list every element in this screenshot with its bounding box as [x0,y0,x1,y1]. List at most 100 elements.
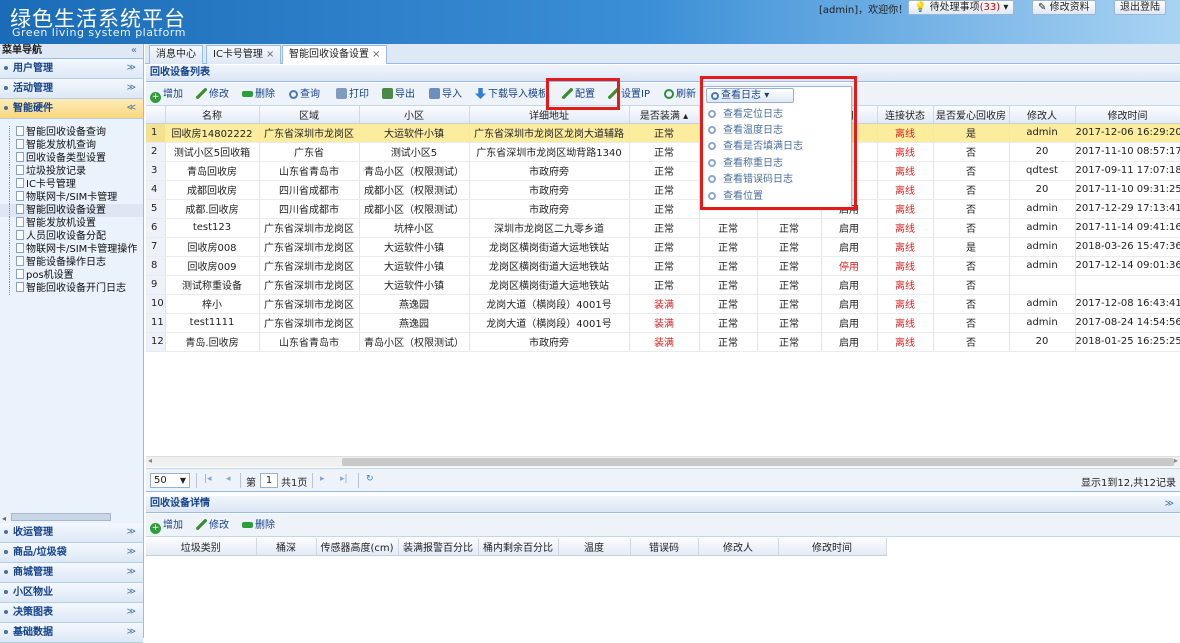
first-page-icon[interactable]: |◂ [204,474,212,484]
column-header[interactable]: 垃圾类别 [146,538,257,556]
scroll-left-icon[interactable]: ◂ [148,456,152,465]
delete-button[interactable]: 删除 [242,87,275,102]
print-button[interactable]: 打印 [336,87,369,102]
table-cell: 青岛小区（权限测试） [359,161,470,181]
tree-item[interactable]: 智能发放机查询 [0,139,143,152]
sidebar-group-collection[interactable]: 收运管理 ≫ [0,523,143,543]
edit-profile-button[interactable]: ✎ 修改资料 [1032,0,1096,15]
table-row[interactable]: 5 成都.回收房 四川省成都市 成都小区（权限测试） 市政府旁 正常 启用 离线否 admin 2… [146,199,1180,219]
table-row[interactable]: 6 test123 广东省深圳市龙岗区 坑梓小区 深圳市龙岗区二九零乡道 正常 正常 正常 启用… [146,218,1180,238]
sidebar-group-activity[interactable]: 活动管理 ≫ [0,79,143,99]
refresh-button[interactable]: 刷新 [664,87,696,102]
detail-add-button[interactable]: + 增加 [150,518,183,534]
sidebar-group-hardware[interactable]: 智能硬件 ≪ [0,99,143,119]
table-row[interactable]: 7 回收房008 广东省深圳市龙岗区 大运软件小镇 龙岗区横岗街道大运地铁站 正常 正常 正常… [146,237,1180,257]
scroll-left-icon[interactable]: ◂ [2,514,6,523]
tree-item[interactable]: IC卡号管理 [0,178,143,191]
detail-delete-button[interactable]: 删除 [242,518,275,533]
prev-page-icon[interactable]: ◂ [226,474,231,484]
close-icon[interactable]: × [372,49,380,60]
scroll-right-icon[interactable]: ▸ [1174,456,1178,465]
tree-item[interactable]: 垃圾投放记录 [0,165,143,178]
sidebar-horizontal-scrollbar[interactable]: ◂ [2,513,111,523]
tree-item-selected[interactable]: 智能回收设备设置 [0,204,143,217]
page-size-select[interactable]: 50 ▼ [150,473,190,488]
sidebar-group-property[interactable]: 小区物业 ≫ [0,583,143,603]
table-row[interactable]: 4 成都回收房 四川省成都市 成都小区（权限测试） 市政府旁 正常 离线否 20 2017-11… [146,180,1180,200]
column-header[interactable]: 小区 [359,106,470,124]
column-header[interactable]: 修改时间 [778,538,887,556]
last-page-icon[interactable]: ▸| [340,474,348,484]
table-cell: test123 [165,218,260,238]
record-info: 显示1到12,共12记录 [1081,478,1176,489]
tree-item[interactable]: 智能设备操作日志 [0,256,143,269]
table-cell: 坑梓小区 [359,218,470,238]
column-header[interactable]: 桶内剩余百分比 [478,538,559,556]
scrollbar-thumb[interactable] [342,458,1174,466]
column-header[interactable]: 修改时间 [1075,106,1180,124]
tab-message-center[interactable]: 消息中心 [149,45,203,64]
column-header[interactable]: 是否装满 ▴ [629,106,700,124]
tree-item[interactable]: pos机设置 [0,269,143,282]
column-header[interactable]: 修改人 [698,538,779,556]
edit-button[interactable]: 修改 [196,87,229,102]
column-header[interactable]: 名称 [165,106,260,124]
export-button[interactable]: 导出 [382,87,415,102]
table-row[interactable]: 2 测试小区5回收箱 广东省 测试小区5 广东省深圳市龙岗区坳背路1340 正常 离线否 20… [146,142,1180,162]
todo-button[interactable]: 💡 待处理事项(33) ▾ [908,0,1015,15]
tab-recycle-settings[interactable]: 智能回收设备设置 × [282,45,388,64]
download-template-button[interactable]: 下载导入模板 [475,87,545,102]
tree-item[interactable]: 人员回收设备分配 [0,230,143,243]
tree-item[interactable]: 物联网卡/SIM卡管理 [0,191,143,204]
row-number: 6 [146,218,166,238]
table-row[interactable]: 3 青岛回收房 山东省青岛市 青岛小区（权限测试） 市政府旁 正常 离线否 qdtest 201… [146,161,1180,181]
table-cell: 离线 [877,294,934,314]
table-cell: 2017-12-29 17:13:41 [1075,199,1180,219]
column-header[interactable]: 传感器高度(cm) [316,538,399,556]
tree-item[interactable]: 智能回收设备开门日志 [0,282,143,295]
column-header[interactable]: 错误码 [630,538,699,556]
tree-item[interactable]: 回收设备类型设置 [0,152,143,165]
column-header[interactable]: 桶深 [256,538,317,556]
table-row[interactable]: 11 test1111 广东省深圳市龙岗区 燕逸园 龙岗大道（横岗段）4001号 装满 正常… [146,313,1180,333]
column-header[interactable]: 是否爱心回收房 [933,106,1010,124]
chevron-double-up-icon: ≪ [126,103,136,113]
next-page-icon[interactable]: ▸ [320,474,325,484]
table-row[interactable]: 1 回收房14802222 广东省深圳市龙岗区 大运软件小镇 广东省深圳市龙岗区龙岗大道… [146,123,1180,143]
sidebar-group-charts[interactable]: 决策图表 ≫ [0,603,143,623]
table-row[interactable]: 8 回收房009 广东省深圳市龙岗区 大运软件小镇 龙岗区横岗街道大运地铁站 正常 正常 正常… [146,256,1180,276]
detail-table: 垃圾类别 桶深 传感器高度(cm) 装满报警百分比 桶内剩余百分比 温度 错误码… [146,538,887,556]
import-button[interactable]: 导入 [429,87,462,102]
sidebar-group-mall[interactable]: 商城管理 ≫ [0,563,143,583]
sidebar-group-basic-data[interactable]: 基础数据 ≫ [0,623,143,643]
welcome-text: [admin]，欢迎你！ [819,5,909,16]
tree-item[interactable]: 智能回收设备查询 [0,126,143,139]
sidebar-group-goods[interactable]: 商品/垃圾袋 ≫ [0,543,143,563]
collapse-sidebar-icon[interactable]: « [131,44,137,58]
tab-ic-card[interactable]: IC卡号管理 × [206,45,282,64]
query-button[interactable]: 查询 [289,87,320,102]
column-header[interactable]: 装满报警百分比 [398,538,479,556]
list-panel-title: 回收设备列表 [146,65,1180,82]
logout-button[interactable]: 退出登陆 [1114,0,1166,15]
chevron-double-down-icon[interactable]: ≫ [1165,496,1174,512]
table-horizontal-scrollbar[interactable]: ◂ ▸ [146,456,1180,467]
reload-icon[interactable]: ↻ [366,474,374,484]
column-header[interactable]: 区域 [259,106,360,124]
close-icon[interactable]: × [266,49,274,60]
sidebar-group-user[interactable]: 用户管理 ≫ [0,59,143,79]
table-row[interactable]: 10 梓小 广东省深圳市龙岗区 燕逸园 龙岗大道（横岗段）4001号 装满 正常 正常 启用 离线… [146,294,1180,314]
page-number-input[interactable]: 1 [260,473,278,488]
row-number: 7 [146,237,166,257]
table-row[interactable]: 12 青岛.回收房 山东省青岛市 青岛小区（权限测试） 市政府旁 装满 正常 正常 启用 离线否 2… [146,332,1180,352]
column-header[interactable]: 温度 [558,538,631,556]
column-header[interactable] [146,106,166,124]
table-row[interactable]: 9 测试称重设备 广东省深圳市龙岗区 大运软件小镇 龙岗区横岗街道大运地铁站 正常 正常 正常… [146,275,1180,295]
detail-edit-button[interactable]: 修改 [196,518,229,533]
tree-item[interactable]: 物联网卡/SIM卡管理操作 [0,243,143,256]
add-button[interactable]: + 增加 [150,87,183,103]
column-header[interactable]: 修改人 [1009,106,1076,124]
row-number: 8 [146,256,166,276]
tree-item[interactable]: 智能发放机设置 [0,217,143,230]
column-header[interactable]: 连接状态 [877,106,934,124]
